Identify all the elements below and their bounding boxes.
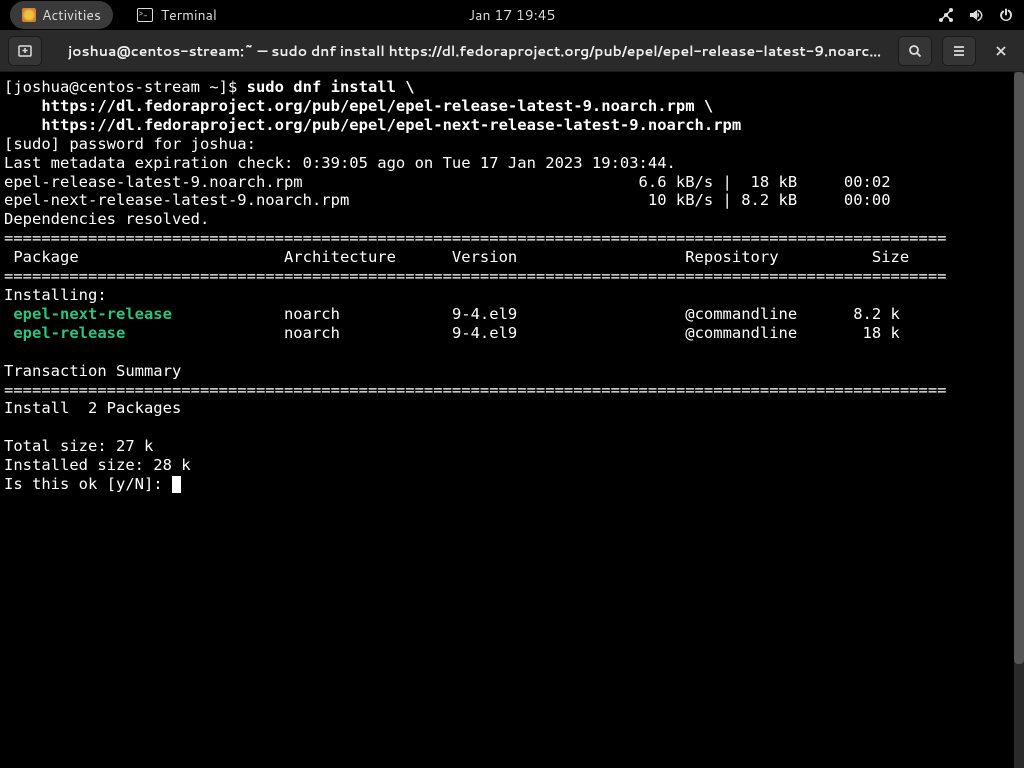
command-cont-2: https://dl.fedoraproject.org/pub/epel/ep… — [4, 116, 741, 134]
network-icon — [938, 7, 954, 23]
sudo-prompt: [sudo] password for joshua: — [4, 135, 265, 153]
metadata-line: Last metadata expiration check: 0:39:05 … — [4, 154, 676, 172]
command-cont-1: https://dl.fedoraproject.org/pub/epel/ep… — [4, 97, 713, 115]
search-button[interactable] — [898, 36, 932, 66]
activities-button[interactable]: Activities — [10, 1, 113, 29]
prompt: [joshua@centos-stream ~]$ — [4, 78, 247, 96]
power-icon — [998, 7, 1014, 23]
search-icon — [907, 43, 923, 59]
activities-label: Activities — [42, 5, 101, 25]
hamburger-icon — [951, 43, 967, 59]
summary-title: Transaction Summary — [4, 362, 181, 380]
scrollbar[interactable] — [1014, 72, 1024, 768]
pkg-1-info: noarch 9-4.el9 @commandline 8.2 k — [172, 305, 900, 323]
pkg-2-name: epel-release — [4, 324, 125, 342]
confirm-prompt: Is this ok [y/N]: — [4, 475, 172, 493]
menu-button[interactable] — [942, 36, 976, 66]
window-titlebar: joshua@centos-stream:~ — sudo dnf instal… — [0, 30, 1024, 72]
app-name: Terminal — [161, 5, 217, 25]
terminal-content[interactable]: [joshua@centos-stream ~]$ sudo dnf insta… — [0, 72, 1024, 768]
terminal-icon — [137, 8, 153, 22]
download-line-1: epel-release-latest-9.noarch.rpm 6.6 kB/… — [4, 173, 928, 191]
new-tab-icon — [17, 43, 33, 59]
hr-3: ========================================… — [4, 381, 947, 399]
download-line-2: epel-next-release-latest-9.noarch.rpm 10… — [4, 191, 928, 209]
cursor — [172, 476, 181, 493]
volume-icon — [968, 7, 984, 23]
hr-2: ========================================… — [4, 267, 947, 285]
install-count: Install 2 Packages — [4, 399, 181, 417]
installing-label: Installing: — [4, 286, 107, 304]
close-button[interactable] — [986, 36, 1016, 66]
total-size: Total size: 27 k — [4, 437, 153, 455]
scrollbar-thumb[interactable] — [1014, 72, 1024, 664]
new-tab-button[interactable] — [8, 36, 42, 66]
command: sudo dnf install \ — [247, 78, 415, 96]
deps-resolved: Dependencies resolved. — [4, 210, 209, 228]
gnome-top-bar: Activities Terminal Jan 17 19:45 — [0, 0, 1024, 30]
activities-icon — [22, 8, 36, 22]
system-tray[interactable] — [938, 7, 1014, 23]
window-title: joshua@centos-stream:~ — sudo dnf instal… — [52, 41, 888, 61]
installed-size: Installed size: 28 k — [4, 456, 191, 474]
close-icon — [994, 44, 1008, 58]
app-menu[interactable]: Terminal — [137, 5, 217, 25]
pkg-1-name: epel-next-release — [4, 305, 172, 323]
table-header: Package Architecture Version Repository … — [4, 248, 909, 266]
pkg-2-info: noarch 9-4.el9 @commandline 18 k — [125, 324, 900, 342]
hr-1: ========================================… — [4, 229, 947, 247]
clock[interactable]: Jan 17 19:45 — [469, 5, 556, 25]
